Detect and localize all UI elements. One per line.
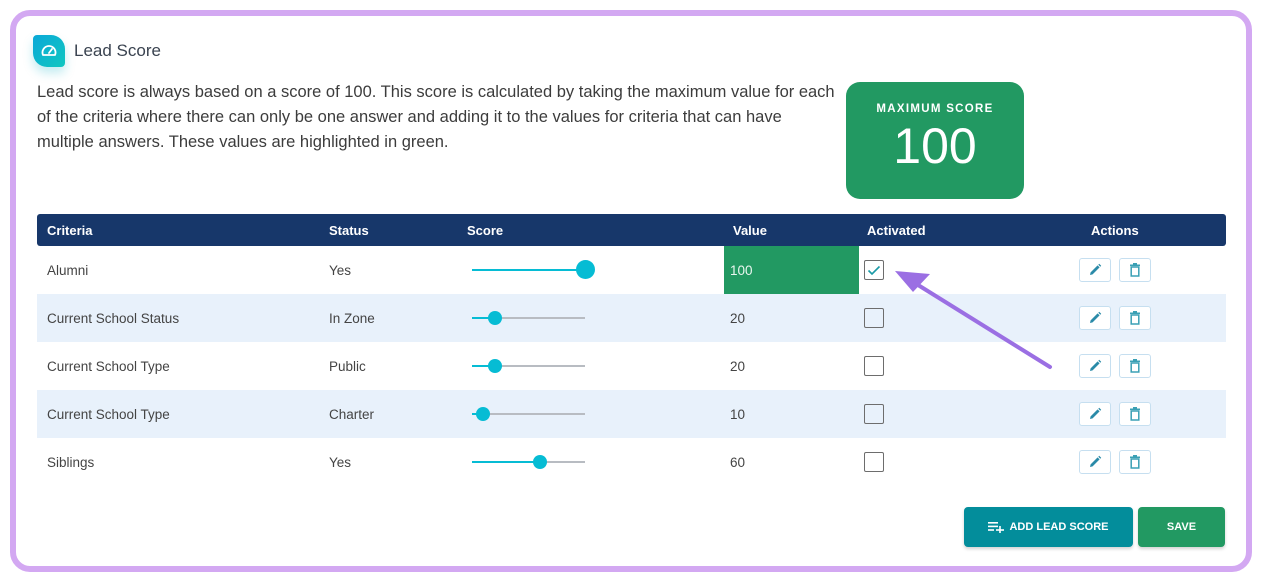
annotation-frame: Lead Score Lead score is always based on… <box>10 10 1252 572</box>
table-row: Alumni Yes 100 <box>37 246 1226 294</box>
score-slider[interactable] <box>472 356 585 376</box>
pencil-icon <box>1090 407 1102 419</box>
edit-button[interactable] <box>1079 306 1111 330</box>
table-row: Current School Status In Zone 20 <box>37 294 1226 342</box>
row-actions <box>1079 258 1151 282</box>
column-header-value: Value <box>733 222 767 238</box>
score-slider[interactable] <box>472 404 585 424</box>
trash-icon <box>1130 359 1140 373</box>
criteria-cell: Alumni <box>47 262 89 278</box>
delete-button[interactable] <box>1119 258 1151 282</box>
row-actions <box>1079 402 1151 426</box>
row-actions <box>1079 450 1151 474</box>
activated-checkbox[interactable] <box>864 308 884 328</box>
trash-icon <box>1130 455 1140 469</box>
value-cell: 20 <box>724 342 859 390</box>
activated-checkbox[interactable] <box>864 260 884 280</box>
status-cell: Yes <box>329 262 352 278</box>
slider-thumb[interactable] <box>575 260 595 279</box>
score-slider[interactable] <box>472 452 585 472</box>
pencil-icon <box>1090 359 1102 371</box>
row-actions <box>1079 306 1151 330</box>
column-header-activated: Activated <box>867 222 926 238</box>
column-header-score: Score <box>467 222 504 238</box>
value-text: 100 <box>730 262 753 278</box>
maximum-score-label: MAXIMUM SCORE <box>876 103 994 115</box>
maximum-score-value: 100 <box>893 118 977 174</box>
value-text: 60 <box>730 454 746 470</box>
edit-button[interactable] <box>1079 450 1111 474</box>
delete-button[interactable] <box>1119 402 1151 426</box>
criteria-cell: Current School Type <box>47 358 170 374</box>
criteria-cell: Siblings <box>47 454 95 470</box>
slider-thumb[interactable] <box>532 455 547 469</box>
pencil-icon <box>1090 263 1102 275</box>
save-label: SAVE <box>1166 521 1197 533</box>
trash-icon <box>1130 311 1140 325</box>
table-row: Siblings Yes 60 <box>37 438 1226 486</box>
criteria-cell: Current School Type <box>47 406 170 422</box>
delete-button[interactable] <box>1119 354 1151 378</box>
value-text: 10 <box>730 406 746 422</box>
add-lead-score-button[interactable]: ADD LEAD SCORE <box>964 507 1133 547</box>
slider-fill <box>472 269 585 271</box>
value-text: 20 <box>730 358 746 374</box>
lead-score-card: Lead Score Lead score is always based on… <box>16 16 1246 566</box>
edit-button[interactable] <box>1079 402 1111 426</box>
column-header-actions: Actions <box>1091 222 1139 238</box>
activated-checkbox[interactable] <box>864 356 884 376</box>
table-body: Alumni Yes 100 Current School Status In … <box>37 246 1226 486</box>
maximum-score-badge: MAXIMUM SCORE 100 <box>846 82 1024 199</box>
edit-button[interactable] <box>1079 258 1111 282</box>
column-header-criteria: Criteria <box>47 222 93 238</box>
score-slider[interactable] <box>472 308 585 328</box>
status-cell: In Zone <box>329 310 375 326</box>
score-slider[interactable] <box>472 260 595 280</box>
slider-thumb[interactable] <box>487 311 502 325</box>
status-cell: Charter <box>329 406 375 422</box>
lead-score-table: Criteria Status Score Value Activated Ac… <box>37 214 1226 486</box>
speedometer-icon <box>33 35 65 67</box>
slider-thumb[interactable] <box>476 407 491 421</box>
edit-button[interactable] <box>1079 354 1111 378</box>
delete-button[interactable] <box>1119 450 1151 474</box>
trash-icon <box>1130 263 1140 277</box>
pencil-icon <box>1090 311 1102 323</box>
value-cell: 10 <box>724 390 859 438</box>
description-text: Lead score is always based on a score of… <box>37 83 835 151</box>
playlist-add-icon <box>988 521 1005 533</box>
pencil-icon <box>1090 455 1102 467</box>
criteria-cell: Current School Status <box>47 310 180 326</box>
activated-checkbox[interactable] <box>864 404 884 424</box>
status-cell: Public <box>329 358 366 374</box>
value-cell: 60 <box>724 438 859 486</box>
slider-fill <box>472 461 540 463</box>
trash-icon <box>1130 407 1140 421</box>
value-cell: 100 <box>724 246 859 294</box>
checkmark-icon <box>867 265 881 275</box>
value-cell: 20 <box>724 294 859 342</box>
column-header-status: Status <box>329 222 369 238</box>
delete-button[interactable] <box>1119 306 1151 330</box>
slider-thumb[interactable] <box>487 359 502 373</box>
activated-checkbox[interactable] <box>864 452 884 472</box>
card-header: Lead Score <box>33 33 161 69</box>
value-text: 20 <box>730 310 746 326</box>
table-row: Current School Type Charter 10 <box>37 390 1226 438</box>
row-actions <box>1079 354 1151 378</box>
page-title: Lead Score <box>74 41 161 60</box>
table-row: Current School Type Public 20 <box>37 342 1226 390</box>
status-cell: Yes <box>329 454 352 470</box>
table-header: Criteria Status Score Value Activated Ac… <box>37 214 1226 246</box>
save-button[interactable]: SAVE <box>1138 507 1225 547</box>
add-lead-score-label: ADD LEAD SCORE <box>1009 521 1109 533</box>
